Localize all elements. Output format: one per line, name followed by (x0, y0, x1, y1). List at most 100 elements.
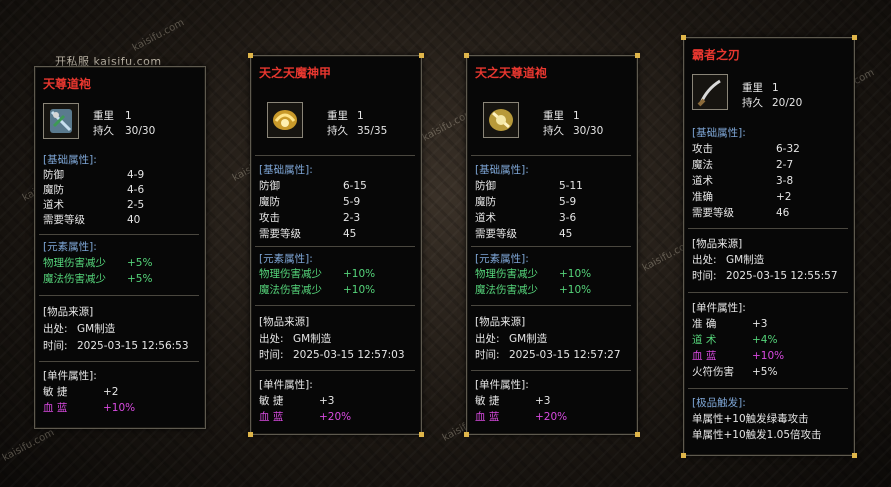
weight-value: 1 (125, 110, 132, 122)
divider (471, 246, 631, 247)
single-stat-value: +10% (103, 402, 136, 414)
stat-label: 需要等级 (692, 207, 734, 219)
corner-ornament (852, 35, 857, 40)
source-origin-label: 出处: (259, 333, 284, 345)
source-origin-label: 出处: (43, 323, 68, 335)
item-name: 天之天魔神甲 (259, 66, 332, 80)
source-time-value: 2025-03-15 12:57:03 (293, 349, 405, 361)
element-stat-label: 魔法伤害减少 (475, 284, 538, 296)
single-stat-label: 道 术 (692, 334, 717, 346)
divider (471, 305, 631, 306)
source-origin-value: GM制造 (509, 333, 548, 345)
element-stat-value: +10% (343, 284, 376, 296)
stat-label: 魔防 (43, 184, 64, 196)
element-attributes-header: [元素属性]: (43, 241, 97, 253)
divider (688, 228, 848, 229)
base-attributes-header: [基础属性]: (475, 164, 529, 176)
durability-value: 35/35 (357, 125, 388, 137)
single-stat-label: 血 蓝 (692, 350, 717, 362)
divider (471, 370, 631, 371)
divider (255, 305, 415, 306)
single-stat-label: 火符伤害 (692, 366, 734, 378)
corner-ornament (464, 432, 469, 437)
weight-value: 1 (772, 82, 779, 94)
stat-value: 5-11 (559, 180, 583, 192)
single-stat-label: 血 蓝 (475, 411, 500, 423)
stat-value: 6-15 (343, 180, 367, 192)
stat-label: 魔防 (259, 196, 280, 208)
stat-label: 道术 (43, 199, 64, 211)
single-stat-value: +5% (752, 366, 778, 378)
item-tooltip-card: 霸者之刃 重里 1 持久 20/20 [基础属性]: 攻击 6-32 魔法 2-… (681, 35, 857, 458)
base-attributes-header: [基础属性]: (43, 154, 97, 166)
element-stat-label: 物理伤害减少 (259, 268, 322, 280)
weight-value: 1 (357, 110, 364, 122)
item-source-header: [物品来源] (43, 306, 94, 318)
element-stat-label: 物理伤害减少 (475, 268, 538, 280)
corner-ornament (681, 453, 686, 458)
stat-label: 魔法 (692, 159, 713, 171)
element-stat-label: 魔法伤害减少 (259, 284, 322, 296)
item-source-header: [物品来源] (259, 316, 310, 328)
element-stat-value: +5% (127, 273, 153, 285)
single-attributes-header: [单件属性]: (259, 379, 313, 391)
blade-icon (692, 74, 728, 110)
source-time-label: 时间: (475, 349, 500, 361)
item-name: 天尊道袍 (43, 77, 92, 91)
stat-value: 3-6 (559, 212, 577, 224)
stat-label: 需要等级 (475, 228, 517, 240)
corner-ornament (852, 453, 857, 458)
base-attributes-header: [基础属性]: (259, 164, 313, 176)
source-origin-value: GM制造 (726, 254, 765, 266)
divider (255, 155, 415, 156)
durability-label: 持久 (93, 125, 114, 137)
single-stat-value: +10% (752, 350, 785, 362)
divider (471, 155, 631, 156)
single-stat-label: 敏 捷 (43, 386, 68, 398)
item-source-header: [物品来源] (692, 238, 743, 250)
item-tooltip-card: 天尊道袍 重里 1 持久 30/30 [基础属性]: 防御 4-9 魔防 4-6… (34, 66, 206, 429)
stat-value: 40 (127, 214, 141, 226)
robe-icon (483, 102, 519, 138)
element-stat-value: +10% (343, 268, 376, 280)
element-attributes-header: [元素属性]: (259, 253, 313, 265)
divider (255, 246, 415, 247)
corner-ornament (248, 432, 253, 437)
durability-label: 持久 (327, 125, 348, 137)
stat-value: 6-32 (776, 143, 800, 155)
corner-ornament (419, 432, 424, 437)
stat-value: 3-8 (776, 175, 794, 187)
weight-label: 重里 (543, 110, 564, 122)
corner-ornament (635, 53, 640, 58)
stat-label: 攻击 (692, 143, 713, 155)
single-stat-value: +20% (535, 411, 568, 423)
corner-ornament (464, 53, 469, 58)
single-attributes-header: [单件属性]: (692, 302, 746, 314)
stat-value: 46 (776, 207, 790, 219)
stat-label: 需要等级 (259, 228, 301, 240)
corner-ornament (681, 35, 686, 40)
robe-icon (43, 103, 79, 139)
item-tooltip-card: 天之天魔神甲 重里 1 持久 35/35 [基础属性]: 防御 6-15 魔防 … (248, 53, 424, 437)
element-stat-value: +10% (559, 284, 592, 296)
source-time-label: 时间: (259, 349, 284, 361)
source-origin-label: 出处: (475, 333, 500, 345)
single-stat-label: 敏 捷 (259, 395, 284, 407)
stat-label: 道术 (475, 212, 496, 224)
stat-label: 防御 (259, 180, 280, 192)
source-origin-label: 出处: (692, 254, 717, 266)
durability-label: 持久 (742, 97, 763, 109)
source-time-value: 2025-03-15 12:57:27 (509, 349, 621, 361)
single-stat-value: +3 (752, 318, 768, 330)
divider (255, 370, 415, 371)
item-name: 霸者之刃 (692, 48, 741, 62)
armor-icon (267, 102, 303, 138)
source-origin-value: GM制造 (77, 323, 116, 335)
base-attributes-header: [基础属性]: (692, 127, 746, 139)
durability-value: 30/30 (573, 125, 604, 137)
element-stat-value: +10% (559, 268, 592, 280)
single-stat-label: 血 蓝 (43, 402, 68, 414)
element-stat-value: +5% (127, 257, 153, 269)
stat-value: 2-3 (343, 212, 361, 224)
weight-label: 重里 (742, 82, 763, 94)
